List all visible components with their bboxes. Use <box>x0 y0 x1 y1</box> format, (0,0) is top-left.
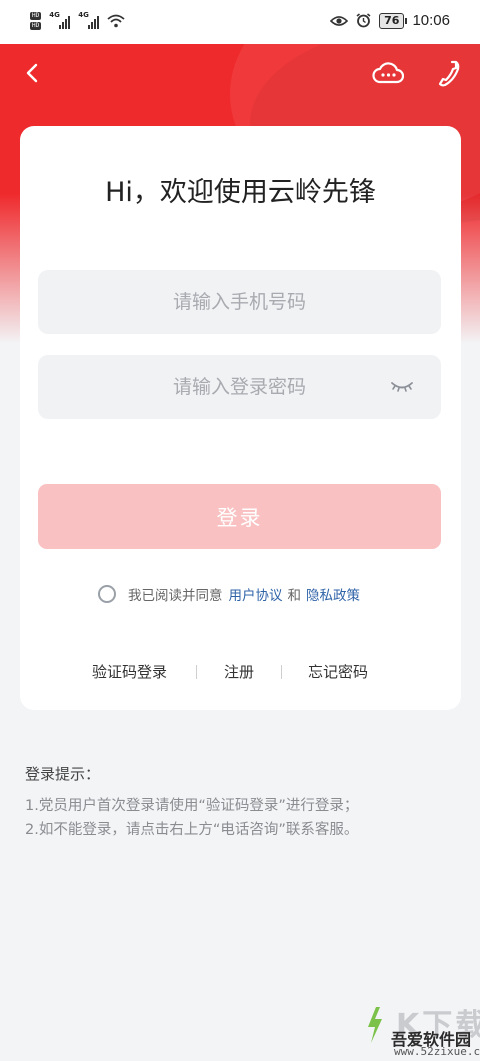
phone-input[interactable] <box>38 270 441 334</box>
status-left: HD HD 4G 4G <box>30 11 125 30</box>
status-bar: HD HD 4G 4G 76 10:06 <box>0 0 480 44</box>
agree-text: 我已阅读并同意 <box>128 588 223 604</box>
signal-1-icon: 4G <box>49 11 71 29</box>
network-type-1: 4G <box>49 11 60 19</box>
forgot-password-link[interactable]: 忘记密码 <box>308 661 368 682</box>
clock: 10:06 <box>412 12 450 29</box>
online-service-button[interactable] <box>372 60 405 88</box>
divider <box>196 665 197 679</box>
page-title: Hi，欢迎使用云岭先锋 <box>105 177 376 208</box>
login-button[interactable]: 登录 <box>38 484 441 549</box>
tips-line-2: 2.如不能登录，请点击右上方“电话咨询”联系客服。 <box>25 822 359 838</box>
login-card: Hi，欢迎使用云岭先锋 登录 我已阅读并同意 用户协议 和 隐私政策 验证码登录… <box>20 126 461 710</box>
bottom-links: 验证码登录 注册 忘记密码 <box>20 659 461 683</box>
wifi-icon <box>107 14 125 28</box>
tips-title: 登录提示： <box>25 765 101 783</box>
signal-2-icon: 4G <box>78 11 100 29</box>
back-button[interactable] <box>18 58 48 88</box>
agree-checkbox[interactable] <box>98 585 116 603</box>
hd-badge-2: HD <box>30 22 42 30</box>
and-text: 和 <box>287 588 302 604</box>
battery-indicator: 76 <box>379 12 408 29</box>
watermark-url: www.52zixue.com <box>394 1045 480 1058</box>
chevron-left-icon <box>26 63 38 83</box>
privacy-policy-link[interactable]: 隐私政策 <box>306 584 360 604</box>
phone-consult-button[interactable] <box>432 58 464 90</box>
alarm-icon <box>356 13 371 28</box>
password-input[interactable] <box>38 355 441 419</box>
login-tips: 登录提示： 1.党员用户首次登录请使用“验证码登录”进行登录； 2.如不能登录，… <box>25 763 358 842</box>
register-link[interactable]: 注册 <box>224 661 254 682</box>
eye-icon <box>330 15 349 26</box>
status-right: 76 10:06 <box>330 12 450 29</box>
sms-login-link[interactable]: 验证码登录 <box>92 661 167 682</box>
hd-badges: HD HD <box>30 12 42 30</box>
divider <box>281 665 282 679</box>
eye-closed-icon[interactable] <box>390 380 414 394</box>
hd-badge-1: HD <box>30 12 42 20</box>
phone-icon <box>438 60 460 87</box>
user-agreement-link[interactable]: 用户协议 <box>229 584 283 604</box>
tips-line-1: 1.党员用户首次登录请使用“验证码登录”进行登录； <box>25 798 359 814</box>
agreement-row: 我已阅读并同意 用户协议 和 隐私政策 <box>98 584 360 604</box>
network-type-2: 4G <box>78 11 89 19</box>
watermark-logo-icon <box>368 1007 382 1043</box>
cloud-chat-icon <box>372 62 405 84</box>
